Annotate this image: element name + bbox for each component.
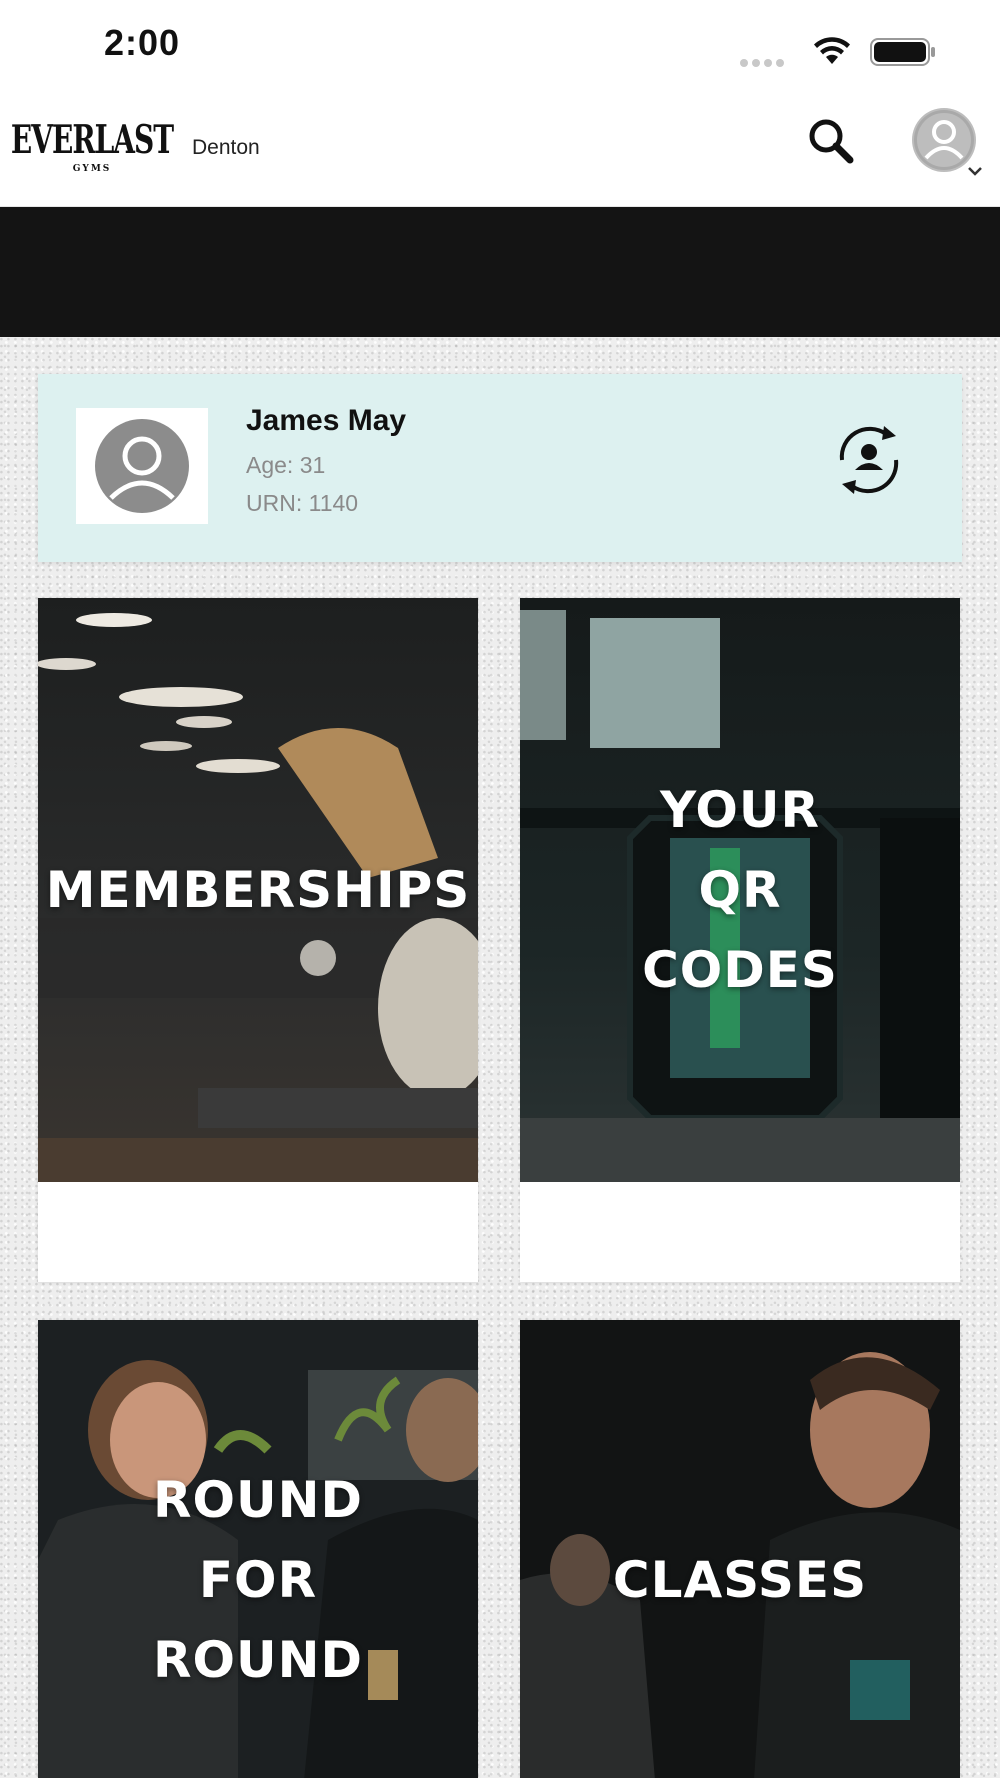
memberships-label: MEMBERSHIPS: [45, 861, 471, 919]
member-name: James May: [246, 404, 407, 437]
status-bar: 2:00: [0, 0, 1000, 96]
avatar: [912, 108, 976, 172]
battery-icon: [870, 38, 935, 66]
everlast-logo[interactable]: EVERLAST GYMS: [11, 96, 174, 200]
app-header: EVERLAST GYMS Denton: [0, 96, 1000, 207]
classes-label: CLASSES: [612, 1551, 868, 1609]
qr-codes-tile[interactable]: YOUR QR CODES: [520, 598, 960, 1282]
user-avatar-icon: [95, 419, 189, 513]
member-age: Age: 31: [246, 452, 326, 478]
round-for-round-label: ROUND FOR ROUND: [153, 1471, 363, 1689]
signal-icon: [740, 54, 788, 72]
status-icons: [720, 30, 940, 70]
search-icon: [809, 119, 854, 164]
logo-text: EVERLAST: [10, 115, 174, 163]
profile-photo: [76, 408, 208, 524]
member-profile-card[interactable]: James May Age: 31 URN: 1140: [38, 374, 962, 562]
status-time: 2:00: [104, 22, 181, 63]
chevron-down-icon: [968, 167, 982, 176]
qr-codes-label: YOUR QR CODES: [642, 781, 838, 999]
location-selector[interactable]: Denton: [192, 136, 260, 160]
switch-user-icon: [839, 426, 899, 494]
account-menu-button[interactable]: [912, 108, 984, 180]
memberships-tile[interactable]: MEMBERSHIPS: [38, 598, 478, 1282]
avatar-icon: [914, 110, 974, 170]
search-button[interactable]: [800, 112, 864, 176]
logo-subtext: GYMS: [72, 163, 112, 174]
switch-member-button[interactable]: [826, 420, 912, 500]
member-urn: URN: 1140: [246, 490, 359, 516]
round-for-round-tile[interactable]: ROUND FOR ROUND: [38, 1320, 478, 1778]
promo-banner: [0, 207, 1000, 337]
wifi-icon: [814, 37, 850, 64]
app-screen: 2:00 EVERLAST GYMS Denton James May Age:…: [0, 0, 1000, 1778]
classes-tile[interactable]: CLASSES: [520, 1320, 960, 1778]
